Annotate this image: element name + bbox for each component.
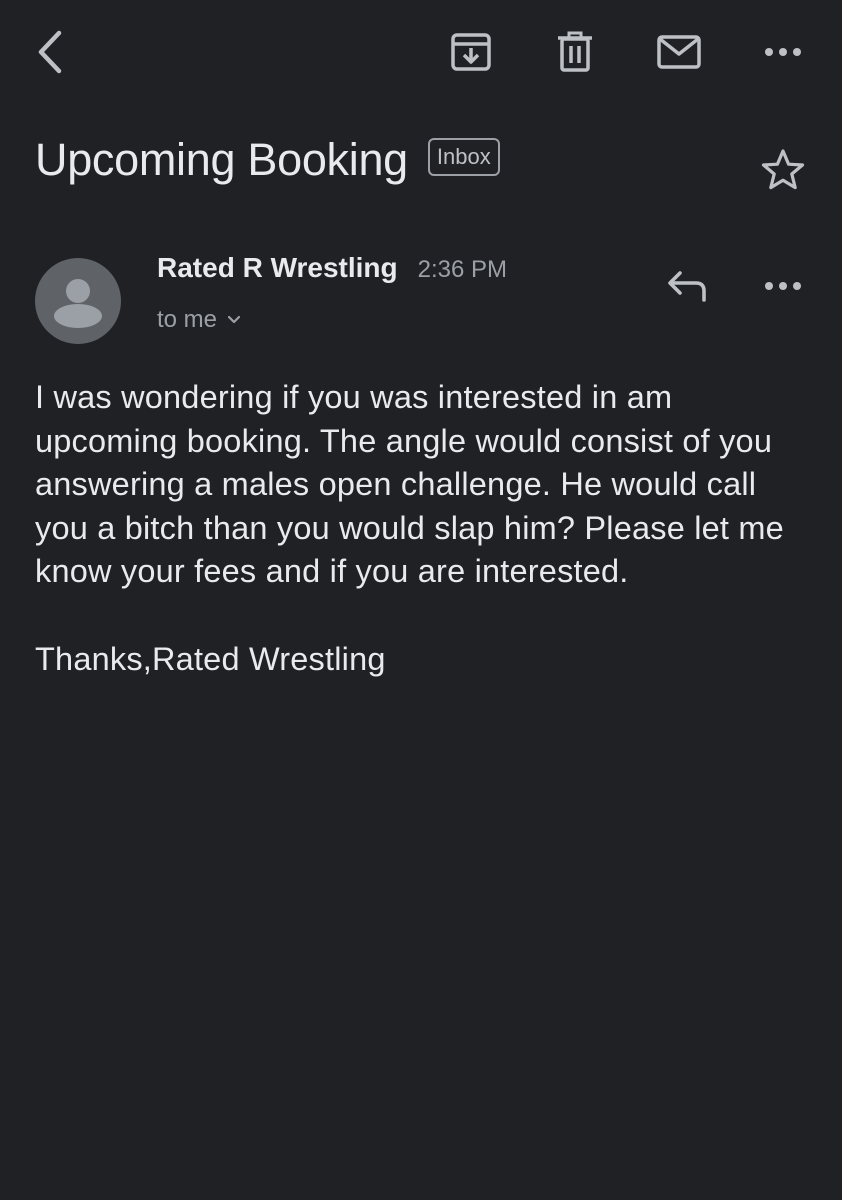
chevron-left-icon (38, 30, 62, 74)
email-body: I was wondering if you was interested in… (35, 376, 815, 681)
mark-unread-button[interactable] (650, 24, 708, 80)
chevron-down-icon (227, 315, 241, 324)
message-more-button[interactable] (754, 258, 812, 314)
top-toolbar (0, 0, 842, 105)
sender-row: Rated R Wrestling 2:36 PM (157, 252, 507, 292)
more-horiz-icon (765, 282, 801, 290)
more-options-button[interactable] (754, 24, 812, 80)
recipient-details-toggle[interactable]: to me (157, 306, 241, 334)
star-outline-icon (761, 149, 805, 190)
reply-icon (668, 271, 706, 302)
mail-icon (657, 35, 701, 69)
delete-button[interactable] (546, 24, 604, 80)
body-paragraph: I was wondering if you was interested in… (35, 379, 784, 590)
email-subject: Upcoming Booking (35, 134, 408, 185)
trash-icon (558, 31, 592, 72)
sender-avatar[interactable] (35, 258, 121, 344)
person-avatar-icon (54, 279, 102, 328)
recipient-label: to me (157, 306, 218, 333)
back-button[interactable] (22, 24, 78, 80)
sender-name[interactable]: Rated R Wrestling (157, 252, 398, 284)
more-horiz-icon (765, 48, 801, 56)
body-signoff: Thanks,Rated Wrestling (35, 640, 386, 677)
star-button[interactable] (754, 140, 812, 198)
subject-row: Upcoming Booking Inbox (35, 120, 735, 200)
archive-icon (451, 33, 491, 71)
archive-button[interactable] (442, 24, 500, 80)
inbox-label-chip[interactable]: Inbox (427, 138, 500, 176)
send-time: 2:36 PM (417, 256, 508, 283)
reply-button[interactable] (658, 258, 716, 314)
